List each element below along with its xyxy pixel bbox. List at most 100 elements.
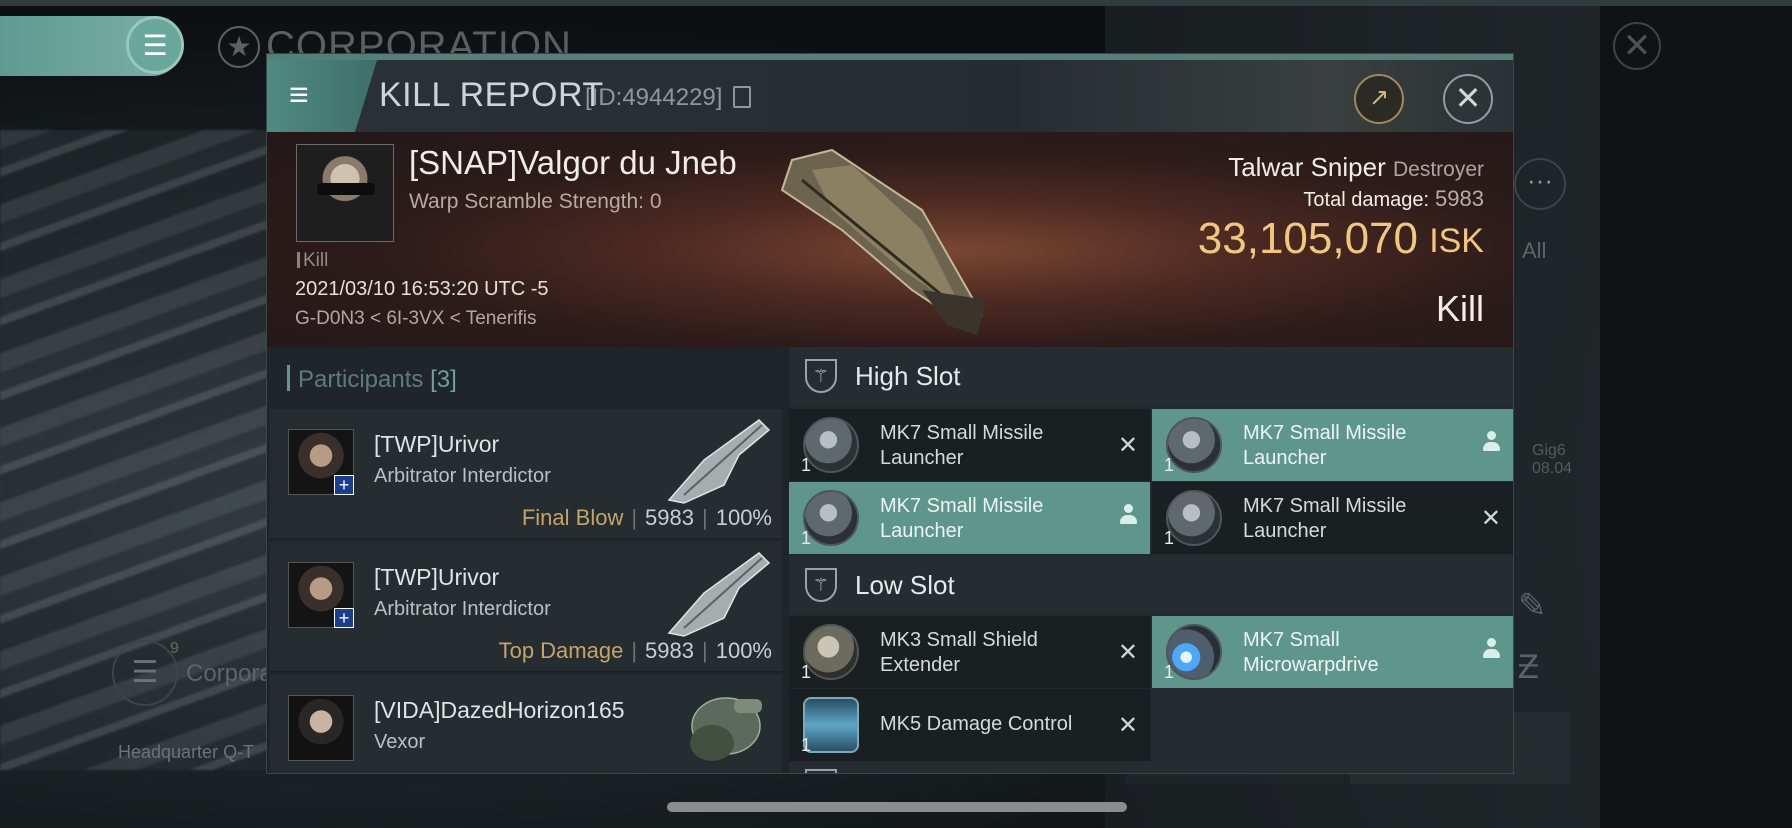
participant-role: Final Blow [521,505,624,530]
damage-control-icon [803,697,859,753]
share-icon: ↗ [1368,84,1390,111]
victim-avatar[interactable] [296,144,394,242]
header-menu-button[interactable]: ≡ [267,60,377,132]
high-slot-icon: ⚚ [805,359,837,393]
headquarter-label: Headquarter Q-T [118,742,255,762]
ship-name: Talwar Sniper [1228,152,1386,182]
copy-icon[interactable] [733,86,751,108]
ship-class: Destroyer [1392,158,1484,181]
kill-location[interactable]: G-D0N3 < 6I-3VX < Tenerifis [295,308,536,330]
kill-tag: Kill [297,250,328,272]
module-quantity: 1 [801,455,812,475]
module-item[interactable]: 1 MK7 Small Missile Launcher ✕ [1152,482,1513,554]
participant-ship: Vexor [374,731,426,753]
low-slot-title: Low Slot [855,570,955,600]
module-item[interactable]: 1 MK5 Damage Control ✕ [789,689,1150,761]
participant-avatar[interactable] [288,695,354,761]
victim-ship[interactable]: Talwar Sniper Destroyer [1228,152,1484,183]
add-contact-icon[interactable]: + [334,475,354,495]
mid-slot-header [789,761,1513,773]
dropped-person-icon [1118,504,1138,526]
participant-damage: 5983 [645,505,694,530]
module-quantity: 1 [1164,528,1175,548]
participant-role: Top Damage [498,638,624,663]
victim-ship-image[interactable] [772,140,1002,340]
participants-panel: Participants [3] + [TWP]Urivor Arbitrato… [267,347,786,773]
participant-avatar[interactable]: + [288,562,354,628]
high-slot-title: High Slot [855,361,961,391]
participant-ship-image [667,419,771,504]
module-item[interactable]: 1 MK7 Small Missile Launcher [789,482,1150,554]
participant-name: [TWP]Urivor [374,564,500,590]
module-quantity: 1 [801,528,812,548]
module-name: MK7 Small Missile Launcher [880,422,1044,469]
dropped-person-icon [1481,431,1501,453]
filter-all-label[interactable]: All [1522,238,1546,264]
participant-avatar[interactable]: + [288,429,354,495]
module-quantity: 1 [801,662,812,682]
participant-name: [VIDA]DazedHorizon165 [374,697,625,723]
result-label: Kill [1435,288,1484,329]
victim-banner: [SNAP]Valgor du Jneb Warp Scramble Stren… [267,132,1513,347]
participant-damage: 5983 [645,638,694,663]
close-button[interactable]: ✕ [1443,74,1493,124]
stats-separator: | [702,638,708,663]
low-slot-header: ⚚ Low Slot [789,556,1513,614]
right-edge-backdrop [1600,0,1792,828]
participant-row[interactable]: [VIDA]DazedHorizon165 Vexor [270,675,782,773]
participants-header: Participants [3] [287,365,457,394]
fitting-panel: ⚚ High Slot 1 MK7 Small Missile Launcher… [789,347,1513,773]
home-indicator[interactable] [667,802,1127,812]
more-options-icon[interactable]: ··· [1514,158,1566,210]
kill-id: [ID:4944229] [585,84,723,111]
module-name: MK5 Damage Control [880,713,1073,735]
missile-launcher-icon [1166,417,1222,473]
module-name: MK3 Small Shield Extender [880,629,1038,676]
kill-tag-marker [297,252,300,268]
warp-scramble-strength: Warp Scramble Strength: 0 [409,190,662,213]
top-strip [0,0,1792,6]
destroyed-icon: ✕ [1117,712,1138,739]
participant-ship-image [690,697,762,761]
participant-name: [TWP]Urivor [374,431,500,457]
microwarpdrive-icon [1166,624,1222,680]
dialog-header: ≡ KILL REPORT [ID:4944229] ↗ ✕ [267,60,1513,132]
mid-slot-icon [805,769,837,773]
kill-datetime: 2021/03/10 16:53:20 UTC -5 [295,278,549,300]
module-item[interactable]: 1 MK7 Small Microwarpdrive [1152,616,1513,688]
add-contact-icon[interactable]: + [334,608,354,628]
total-damage-label: Total damage: [1303,189,1430,211]
destroyed-icon: ✕ [1117,639,1138,666]
participant-row[interactable]: + [TWP]Urivor Arbitrator Interdictor Top… [270,542,782,672]
module-item[interactable]: 1 MK7 Small Missile Launcher [1152,409,1513,481]
dialog-title: KILL REPORT [379,76,604,114]
destroyed-icon: ✕ [1480,505,1501,532]
corp-menu-icon[interactable]: ☰ [126,16,184,74]
missile-launcher-icon [803,417,859,473]
total-damage-value: 5983 [1435,186,1484,211]
side-label: Gig6 08.04 [1532,442,1573,477]
module-item[interactable]: 1 MK3 Small Shield Extender ✕ [789,616,1150,688]
module-quantity: 1 [1164,455,1175,475]
participant-stats: Top Damage | 5983 | 100% [499,638,772,664]
participants-marker [287,365,290,391]
close-icon: ✕ [1454,80,1482,116]
victim-name[interactable]: [SNAP]Valgor du Jneb [409,144,737,182]
stats-separator: | [631,505,638,530]
background-close-icon[interactable]: ✕ [1613,22,1661,70]
participant-row[interactable]: + [TWP]Urivor Arbitrator Interdictor Fin… [270,409,782,539]
edit-icon[interactable]: ✎ [1518,586,1547,626]
module-name: MK7 Small Microwarpdrive [1243,629,1379,676]
high-slot-header: ⚚ High Slot [789,347,1513,405]
participant-ship: Arbitrator Interdictor [374,465,551,487]
module-name: MK7 Small Missile Launcher [1243,422,1407,469]
shield-extender-icon [803,624,859,680]
total-damage: Total damage: 5983 [1303,186,1484,212]
settings-z-icon[interactable]: Ƶ [1518,648,1539,687]
missile-launcher-icon [1166,490,1222,546]
share-button[interactable]: ↗ [1354,74,1404,124]
corporation-badge: 9 [170,640,179,657]
corporation-menu-icon[interactable]: ☰ [112,640,178,706]
module-item[interactable]: 1 MK7 Small Missile Launcher ✕ [789,409,1150,481]
participant-ship: Arbitrator Interdictor [374,598,551,620]
